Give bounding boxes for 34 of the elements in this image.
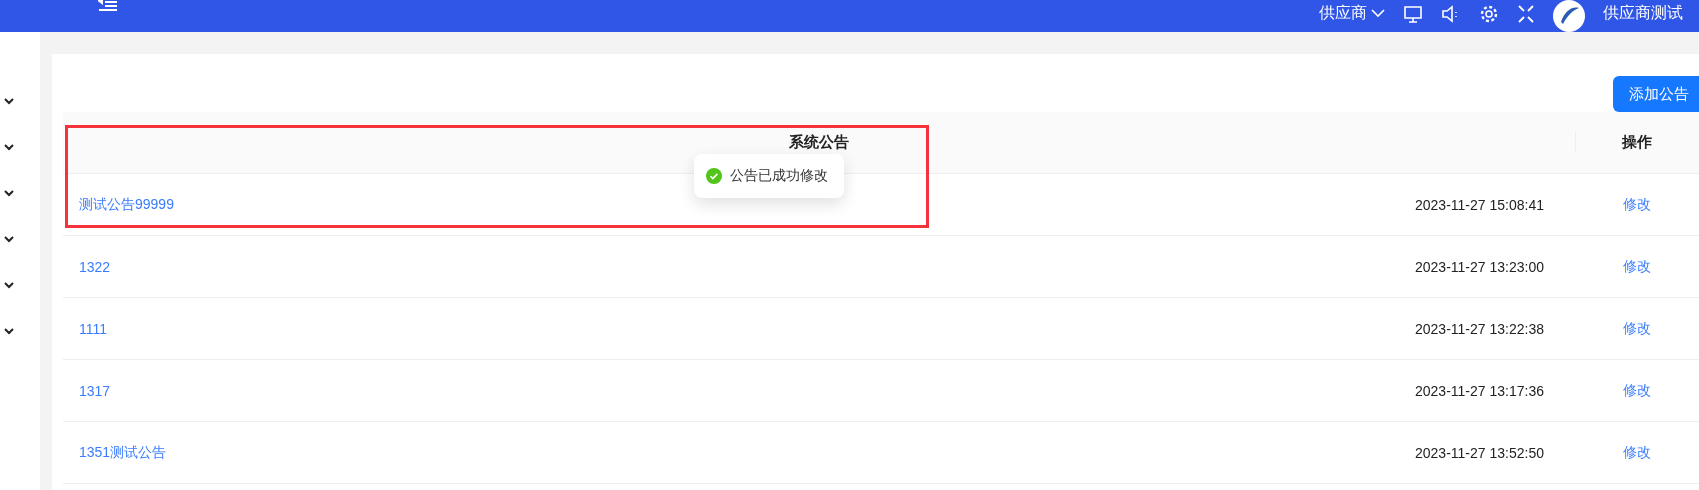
chevron-icon[interactable] — [4, 189, 14, 197]
settings-icon[interactable] — [1479, 4, 1499, 24]
chevron-icon[interactable] — [4, 235, 14, 243]
add-button[interactable]: 添加公告 — [1613, 76, 1699, 112]
notice-link[interactable]: 1317 — [79, 382, 111, 399]
avatar-icon[interactable] — [1553, 0, 1585, 32]
fullscreen-icon[interactable] — [1517, 4, 1535, 24]
edit-link[interactable]: 修改 — [1623, 195, 1651, 214]
success-icon — [706, 168, 722, 184]
notice-link[interactable]: 1111 — [79, 320, 108, 337]
menu-fold-icon[interactable] — [98, 0, 118, 12]
table-cell: 2023-11-27 13:52:50 — [1415, 444, 1544, 461]
edit-link[interactable]: 修改 — [1623, 443, 1651, 462]
column-header: 操作 — [1622, 133, 1652, 152]
monitor-icon[interactable] — [1403, 4, 1423, 24]
chevron-icon[interactable] — [4, 143, 14, 151]
edit-link[interactable]: 修改 — [1623, 381, 1651, 400]
toast-text: 公告已成功修改 — [730, 167, 828, 185]
chevron-icon[interactable] — [4, 281, 14, 289]
edit-link[interactable]: 修改 — [1623, 319, 1651, 338]
notice-link[interactable]: 1351测试公告 — [79, 443, 167, 462]
table-cell: 2023-11-27 13:23:00 — [1415, 258, 1544, 275]
table-cell: 2023-11-27 15:08:41 — [1415, 196, 1544, 213]
column-header: 系统公告 — [789, 133, 849, 152]
table-cell: 2023-11-27 13:17:36 — [1415, 382, 1544, 399]
user-name: 供应商测试 — [1603, 3, 1683, 23]
edit-link[interactable]: 修改 — [1623, 257, 1651, 276]
chevron-icon[interactable] — [4, 327, 14, 335]
notice-link[interactable]: 1322 — [79, 258, 111, 275]
role-dropdown[interactable]: 供应商 — [1319, 0, 1385, 26]
chevron-icon[interactable] — [4, 97, 14, 105]
notice-link[interactable]: 测试公告99999 — [79, 195, 174, 214]
table-cell: 2023-11-27 13:22:38 — [1415, 320, 1544, 337]
caret-icon — [1371, 8, 1385, 18]
